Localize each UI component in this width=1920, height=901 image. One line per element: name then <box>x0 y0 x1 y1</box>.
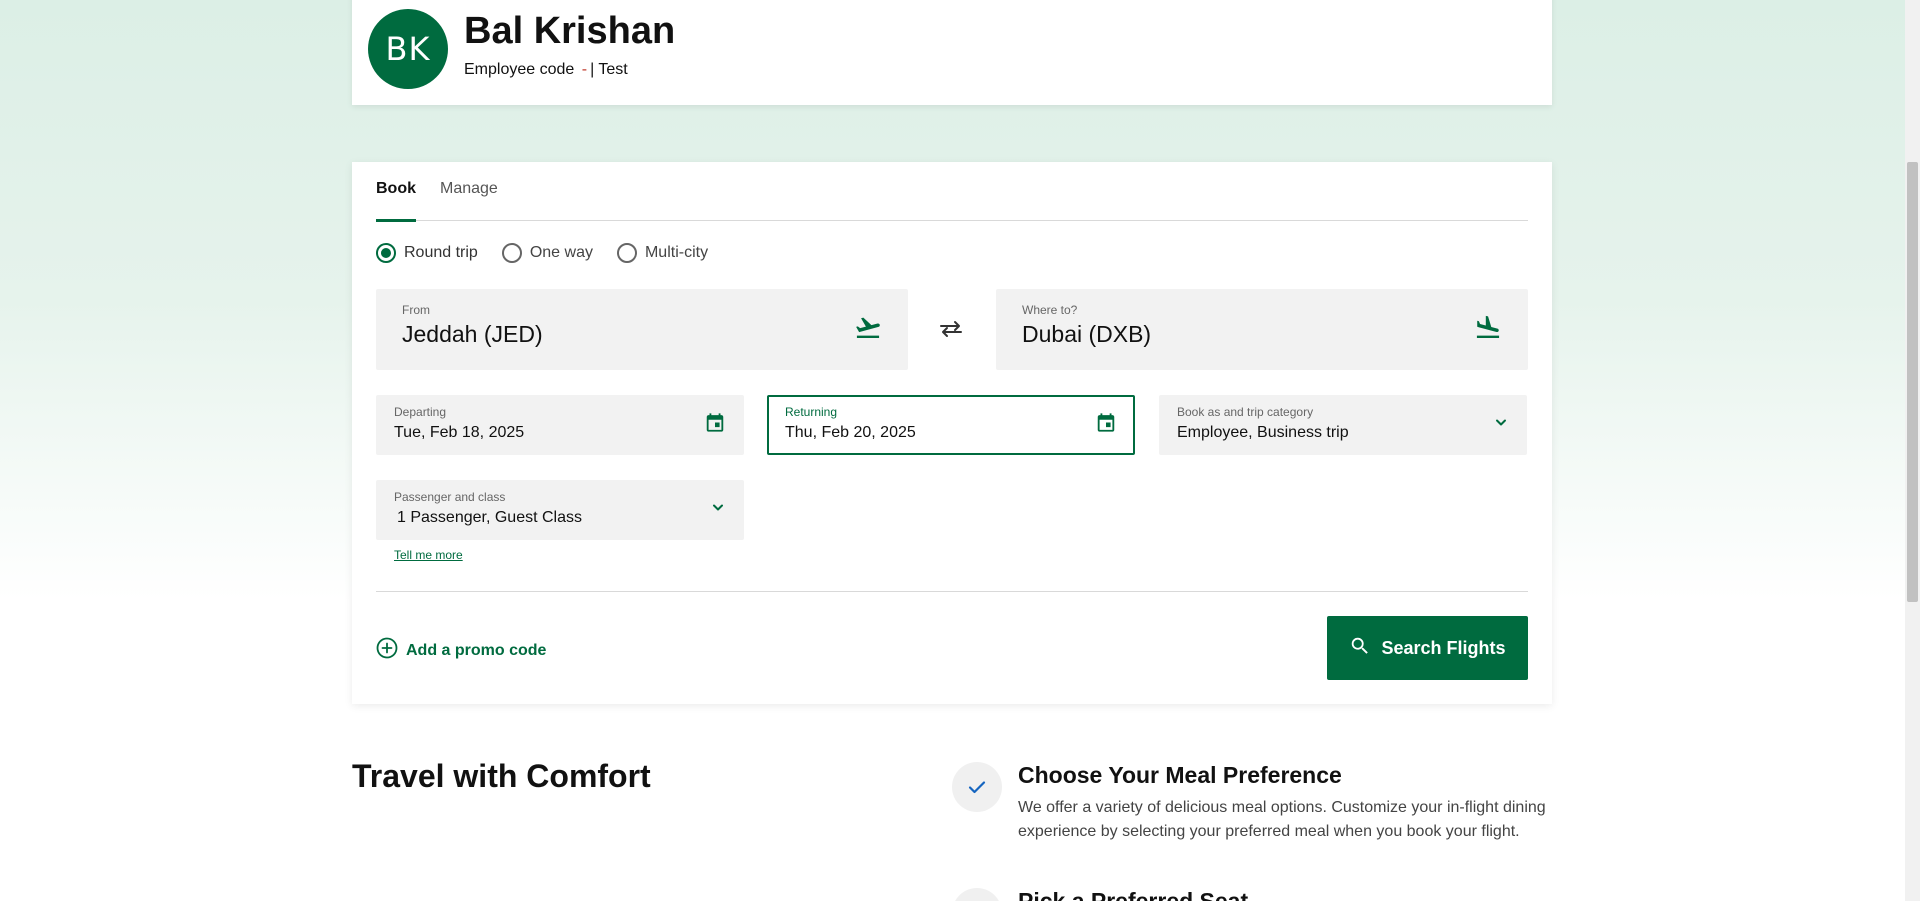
tab-book[interactable]: Book <box>376 162 416 222</box>
departing-value: Tue, Feb 18, 2025 <box>394 424 525 441</box>
radio-button-checked[interactable] <box>376 243 396 263</box>
passenger-class-select[interactable]: Passenger and class 1 Passenger, Guest C… <box>376 480 744 540</box>
to-value: Dubai (DXB) <box>1022 321 1152 347</box>
from-value: Jeddah (JED) <box>402 321 543 347</box>
profile-subtitle: Employee code - | Test <box>464 61 628 79</box>
plus-circle-icon <box>376 637 398 664</box>
chevron-down-icon <box>710 500 726 521</box>
check-icon <box>952 888 1002 901</box>
plane-landing-icon <box>1474 313 1502 346</box>
profile-card: BK Bal Krishan Employee code - | Test <box>352 0 1552 105</box>
from-field[interactable]: From Jeddah (JED) <box>376 289 908 370</box>
feature-title: Pick a Preferred Seat <box>1018 888 1249 901</box>
swap-icon[interactable] <box>936 317 966 341</box>
departing-label: Departing <box>394 405 447 419</box>
radio-round-trip[interactable]: Round trip <box>376 243 478 263</box>
radio-label: Multi-city <box>644 244 709 261</box>
chevron-down-icon <box>1493 415 1509 436</box>
feature-title: Choose Your Meal Preference <box>1018 762 1342 788</box>
feature-description: We offer a variety of delicious meal opt… <box>1018 799 1546 840</box>
radio-label: One way <box>529 244 593 261</box>
category-value: Employee, Business trip <box>1177 424 1349 441</box>
promo-label: Add a promo code <box>406 641 547 659</box>
profile-tag: Test <box>598 61 628 78</box>
radio-label: Round trip <box>404 244 478 261</box>
radio-multi-city[interactable]: Multi-city <box>616 243 709 263</box>
radio-button[interactable] <box>501 243 522 263</box>
check-icon <box>952 762 1002 812</box>
radio-one-way[interactable]: One way <box>501 243 593 263</box>
returning-value: Thu, Feb 20, 2025 <box>785 424 916 441</box>
passenger-value: 1 Passenger, Guest Class <box>397 509 582 526</box>
returning-date-field[interactable]: Returning Thu, Feb 20, 2025 <box>767 395 1135 455</box>
tab-manage[interactable]: Manage <box>440 162 498 221</box>
tell-me-more-link[interactable]: Tell me more <box>394 548 463 562</box>
divider <box>376 591 1528 592</box>
radio-button[interactable] <box>616 243 637 263</box>
category-label: Book as and trip category <box>1177 405 1314 419</box>
separator: | <box>590 61 595 78</box>
from-label: From <box>402 303 430 317</box>
feature-meal: Choose Your Meal Preference We offer a v… <box>952 762 1552 872</box>
avatar: BK <box>368 9 448 89</box>
departing-date-field[interactable]: Departing Tue, Feb 18, 2025 <box>376 395 744 455</box>
scrollbar-thumb[interactable] <box>1907 162 1918 602</box>
trip-category-select[interactable]: Book as and trip category Employee, Busi… <box>1159 395 1527 455</box>
search-flights-button[interactable]: Search Flights <box>1327 616 1528 680</box>
booking-widget: Book Manage Round trip One way Multi-cit… <box>352 162 1552 704</box>
plane-takeoff-icon <box>854 313 882 346</box>
search-flights-label: Search Flights <box>1381 637 1506 658</box>
to-label: Where to? <box>1022 303 1078 317</box>
calendar-icon <box>1095 412 1117 439</box>
employee-code-label: Employee code <box>464 61 575 78</box>
profile-name: Bal Krishan <box>464 10 676 52</box>
to-field[interactable]: Where to? Dubai (DXB) <box>996 289 1528 370</box>
passenger-label: Passenger and class <box>394 490 506 504</box>
calendar-icon <box>704 412 726 439</box>
returning-label: Returning <box>785 405 838 419</box>
page: BK Bal Krishan Employee code - | Test Boo… <box>0 0 1905 901</box>
section-title: Travel with Comfort <box>352 758 651 794</box>
trip-type-group: Round trip One way Multi-city <box>376 243 708 263</box>
employee-code-value: - <box>581 61 588 78</box>
add-promo-code-button[interactable]: Add a promo code <box>376 637 546 664</box>
feature-seat: Pick a Preferred Seat <box>952 888 1552 901</box>
scrollbar[interactable] <box>1905 0 1920 901</box>
booking-tabs: Book Manage <box>376 162 1528 222</box>
search-icon <box>1349 635 1371 662</box>
